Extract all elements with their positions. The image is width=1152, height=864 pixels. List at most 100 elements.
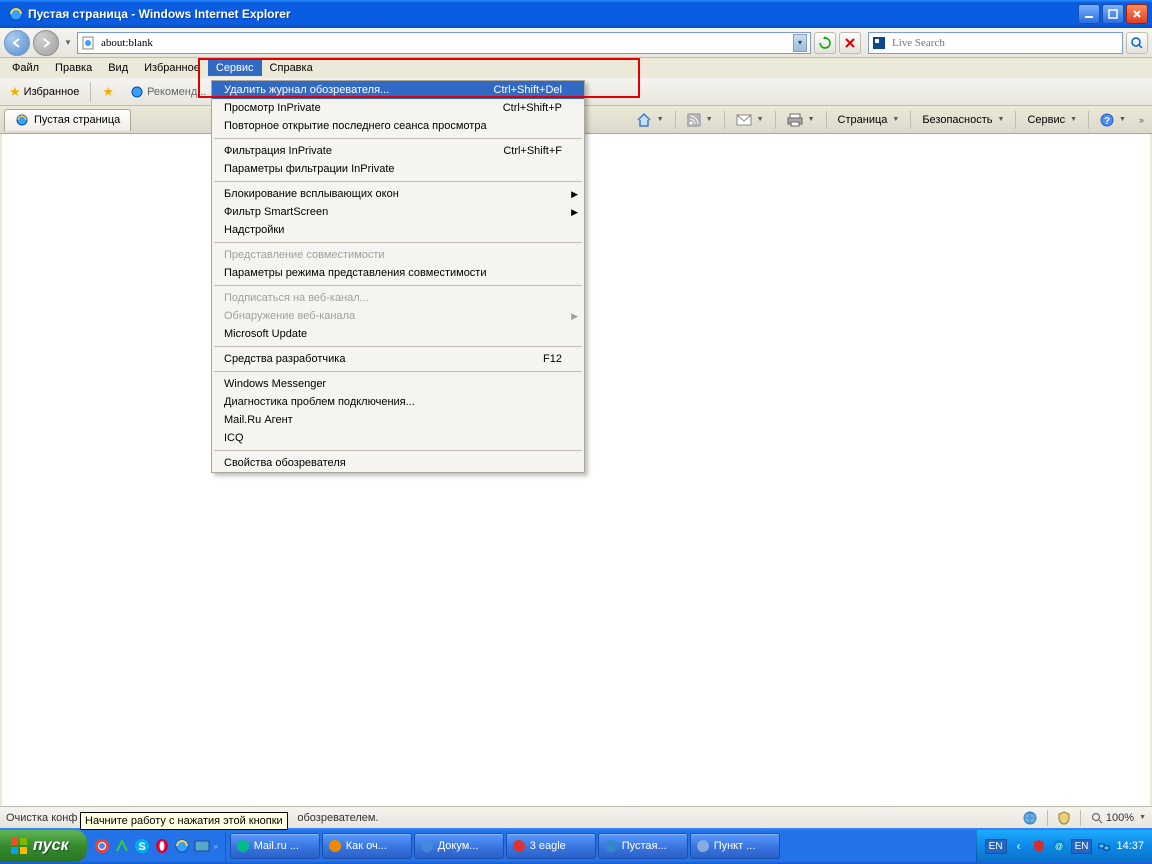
dropdown-item[interactable]: Просмотр InPrivateCtrl+Shift+P	[212, 99, 584, 117]
menu-favorites[interactable]: Избранное	[136, 60, 208, 76]
internet-zone-icon	[1023, 811, 1037, 825]
menu-bar: Файл Правка Вид Избранное Сервис Справка	[0, 58, 1152, 78]
ql-skype-icon[interactable]: S	[133, 837, 151, 855]
forward-button[interactable]	[33, 30, 59, 56]
dropdown-item[interactable]: Блокирование всплывающих окон▶	[212, 185, 584, 203]
language-indicator[interactable]: EN	[985, 839, 1007, 854]
svg-text:@: @	[1055, 842, 1063, 851]
tools-dropdown-menu: Удалить журнал обозревателя...Ctrl+Shift…	[211, 80, 585, 473]
dropdown-item[interactable]: Фильтр SmartScreen▶	[212, 203, 584, 221]
dropdown-item[interactable]: Повторное открытие последнего сеанса про…	[212, 117, 584, 135]
print-button[interactable]: ▼	[780, 109, 822, 131]
status-text-right: обозревателем.	[297, 812, 378, 824]
dropdown-item[interactable]: Microsoft Update	[212, 325, 584, 343]
taskbar-item[interactable]: Как оч...	[322, 833, 412, 859]
nav-history-dropdown[interactable]: ▼	[62, 38, 74, 47]
svg-text:S: S	[138, 841, 145, 853]
tray-shield-icon[interactable]	[1031, 838, 1047, 854]
ql-green-icon[interactable]	[113, 837, 131, 855]
tools-menu-button[interactable]: Сервис▼	[1020, 109, 1084, 131]
zoom-indicator[interactable]: 100%▼	[1091, 812, 1146, 824]
protected-mode-icon	[1058, 811, 1070, 825]
dropdown-item[interactable]: Средства разработчикаF12	[212, 350, 584, 368]
toolbar-chevron[interactable]: »	[1135, 109, 1148, 131]
taskbar-item[interactable]: Пустая...	[598, 833, 688, 859]
page-menu-button[interactable]: Страница▼	[831, 109, 907, 131]
tray-network-icon[interactable]	[1096, 838, 1112, 854]
address-bar[interactable]: ▾	[77, 32, 811, 54]
system-tray: EN ‹ @ EN 14:37	[976, 830, 1152, 862]
taskbar-item[interactable]: Пункт ...	[690, 833, 780, 859]
command-bar: ▼ ▼ ▼ ▼ Страница▼ Безопасность▼ Сервис▼ …	[629, 109, 1148, 131]
stop-button[interactable]	[839, 32, 861, 54]
address-dropdown[interactable]: ▾	[793, 34, 807, 52]
menu-help[interactable]: Справка	[262, 60, 321, 76]
dropdown-item[interactable]: Надстройки	[212, 221, 584, 239]
clock[interactable]: 14:37	[1116, 840, 1144, 852]
dropdown-item[interactable]: ICQ	[212, 429, 584, 447]
menu-tools[interactable]: Сервис	[208, 60, 262, 76]
menu-file[interactable]: Файл	[4, 60, 47, 76]
feeds-button[interactable]: ▼	[680, 109, 720, 131]
dropdown-item[interactable]: Параметры режима представления совместим…	[212, 264, 584, 282]
minimize-button[interactable]	[1078, 4, 1100, 24]
tray-mail-icon[interactable]: @	[1051, 838, 1067, 854]
quick-launch: S »	[87, 831, 226, 861]
back-button[interactable]	[4, 30, 30, 56]
taskbar-items: Mail.ru ...Как оч...Докум...3 eagleПуста…	[226, 831, 976, 861]
ql-opera-icon[interactable]	[153, 837, 171, 855]
dropdown-item: Подписаться на веб-канал...	[212, 289, 584, 307]
dropdown-item[interactable]: Свойства обозревателя	[212, 454, 584, 472]
dropdown-item[interactable]: Параметры фильтрации InPrivate	[212, 160, 584, 178]
add-favorite-button[interactable]: ★	[97, 82, 119, 102]
taskbar-item[interactable]: 3 eagle	[506, 833, 596, 859]
mail-button[interactable]: ▼	[729, 109, 771, 131]
dropdown-item[interactable]: Удалить журнал обозревателя...Ctrl+Shift…	[212, 81, 584, 99]
ql-chrome-icon[interactable]	[93, 837, 111, 855]
svg-text:?: ?	[1104, 116, 1110, 127]
star-icon: ★	[9, 84, 21, 100]
page-icon	[81, 36, 95, 50]
help-button[interactable]: ?▼	[1093, 109, 1133, 131]
dropdown-item[interactable]: Диагностика проблем подключения...	[212, 393, 584, 411]
search-provider-icon	[872, 36, 886, 50]
navigation-toolbar: ▼ ▾	[0, 28, 1152, 58]
star-add-icon: ★	[102, 84, 114, 100]
menu-edit[interactable]: Правка	[47, 60, 100, 76]
favorites-button[interactable]: ★Избранное	[4, 82, 84, 102]
recommended-sites[interactable]: Рекоменд...	[125, 83, 211, 101]
dropdown-item[interactable]: Windows Messenger	[212, 375, 584, 393]
window-titlebar: Пустая страница - Windows Internet Explo…	[0, 0, 1152, 28]
taskbar-item[interactable]: Докум...	[414, 833, 504, 859]
ie-icon	[8, 6, 24, 22]
ie-small-icon	[130, 85, 144, 99]
address-input[interactable]	[99, 36, 789, 50]
windows-logo-icon	[10, 837, 28, 855]
window-title: Пустая страница - Windows Internet Explo…	[28, 7, 1078, 21]
ql-expand-icon[interactable]: »	[213, 842, 219, 851]
taskbar: пуск S » Mail.ru ...Как оч...Докум...3 e…	[0, 828, 1152, 864]
refresh-button[interactable]	[814, 32, 836, 54]
dropdown-item: Представление совместимости	[212, 246, 584, 264]
ql-desktop-icon[interactable]	[193, 837, 211, 855]
close-button[interactable]	[1126, 4, 1148, 24]
dropdown-item: Обнаружение веб-канала▶	[212, 307, 584, 325]
language-indicator-2[interactable]: EN	[1071, 839, 1093, 854]
search-bar[interactable]	[868, 32, 1123, 54]
start-tooltip: Начните работу с нажатия этой кнопки	[80, 812, 288, 830]
home-button[interactable]: ▼	[629, 109, 671, 131]
tab-active[interactable]: Пустая страница	[4, 109, 131, 131]
tray-arrow-icon[interactable]: ‹	[1011, 838, 1027, 854]
start-button[interactable]: пуск	[0, 830, 87, 862]
tab-title: Пустая страница	[34, 114, 120, 126]
ie-tab-icon	[15, 113, 29, 127]
search-input[interactable]	[890, 36, 1119, 50]
maximize-button[interactable]	[1102, 4, 1124, 24]
dropdown-item[interactable]: Фильтрация InPrivateCtrl+Shift+F	[212, 142, 584, 160]
ql-ie-icon[interactable]	[173, 837, 191, 855]
search-go-button[interactable]	[1126, 32, 1148, 54]
taskbar-item[interactable]: Mail.ru ...	[230, 833, 320, 859]
safety-menu-button[interactable]: Безопасность▼	[915, 109, 1011, 131]
dropdown-item[interactable]: Mail.Ru Агент	[212, 411, 584, 429]
menu-view[interactable]: Вид	[100, 60, 136, 76]
